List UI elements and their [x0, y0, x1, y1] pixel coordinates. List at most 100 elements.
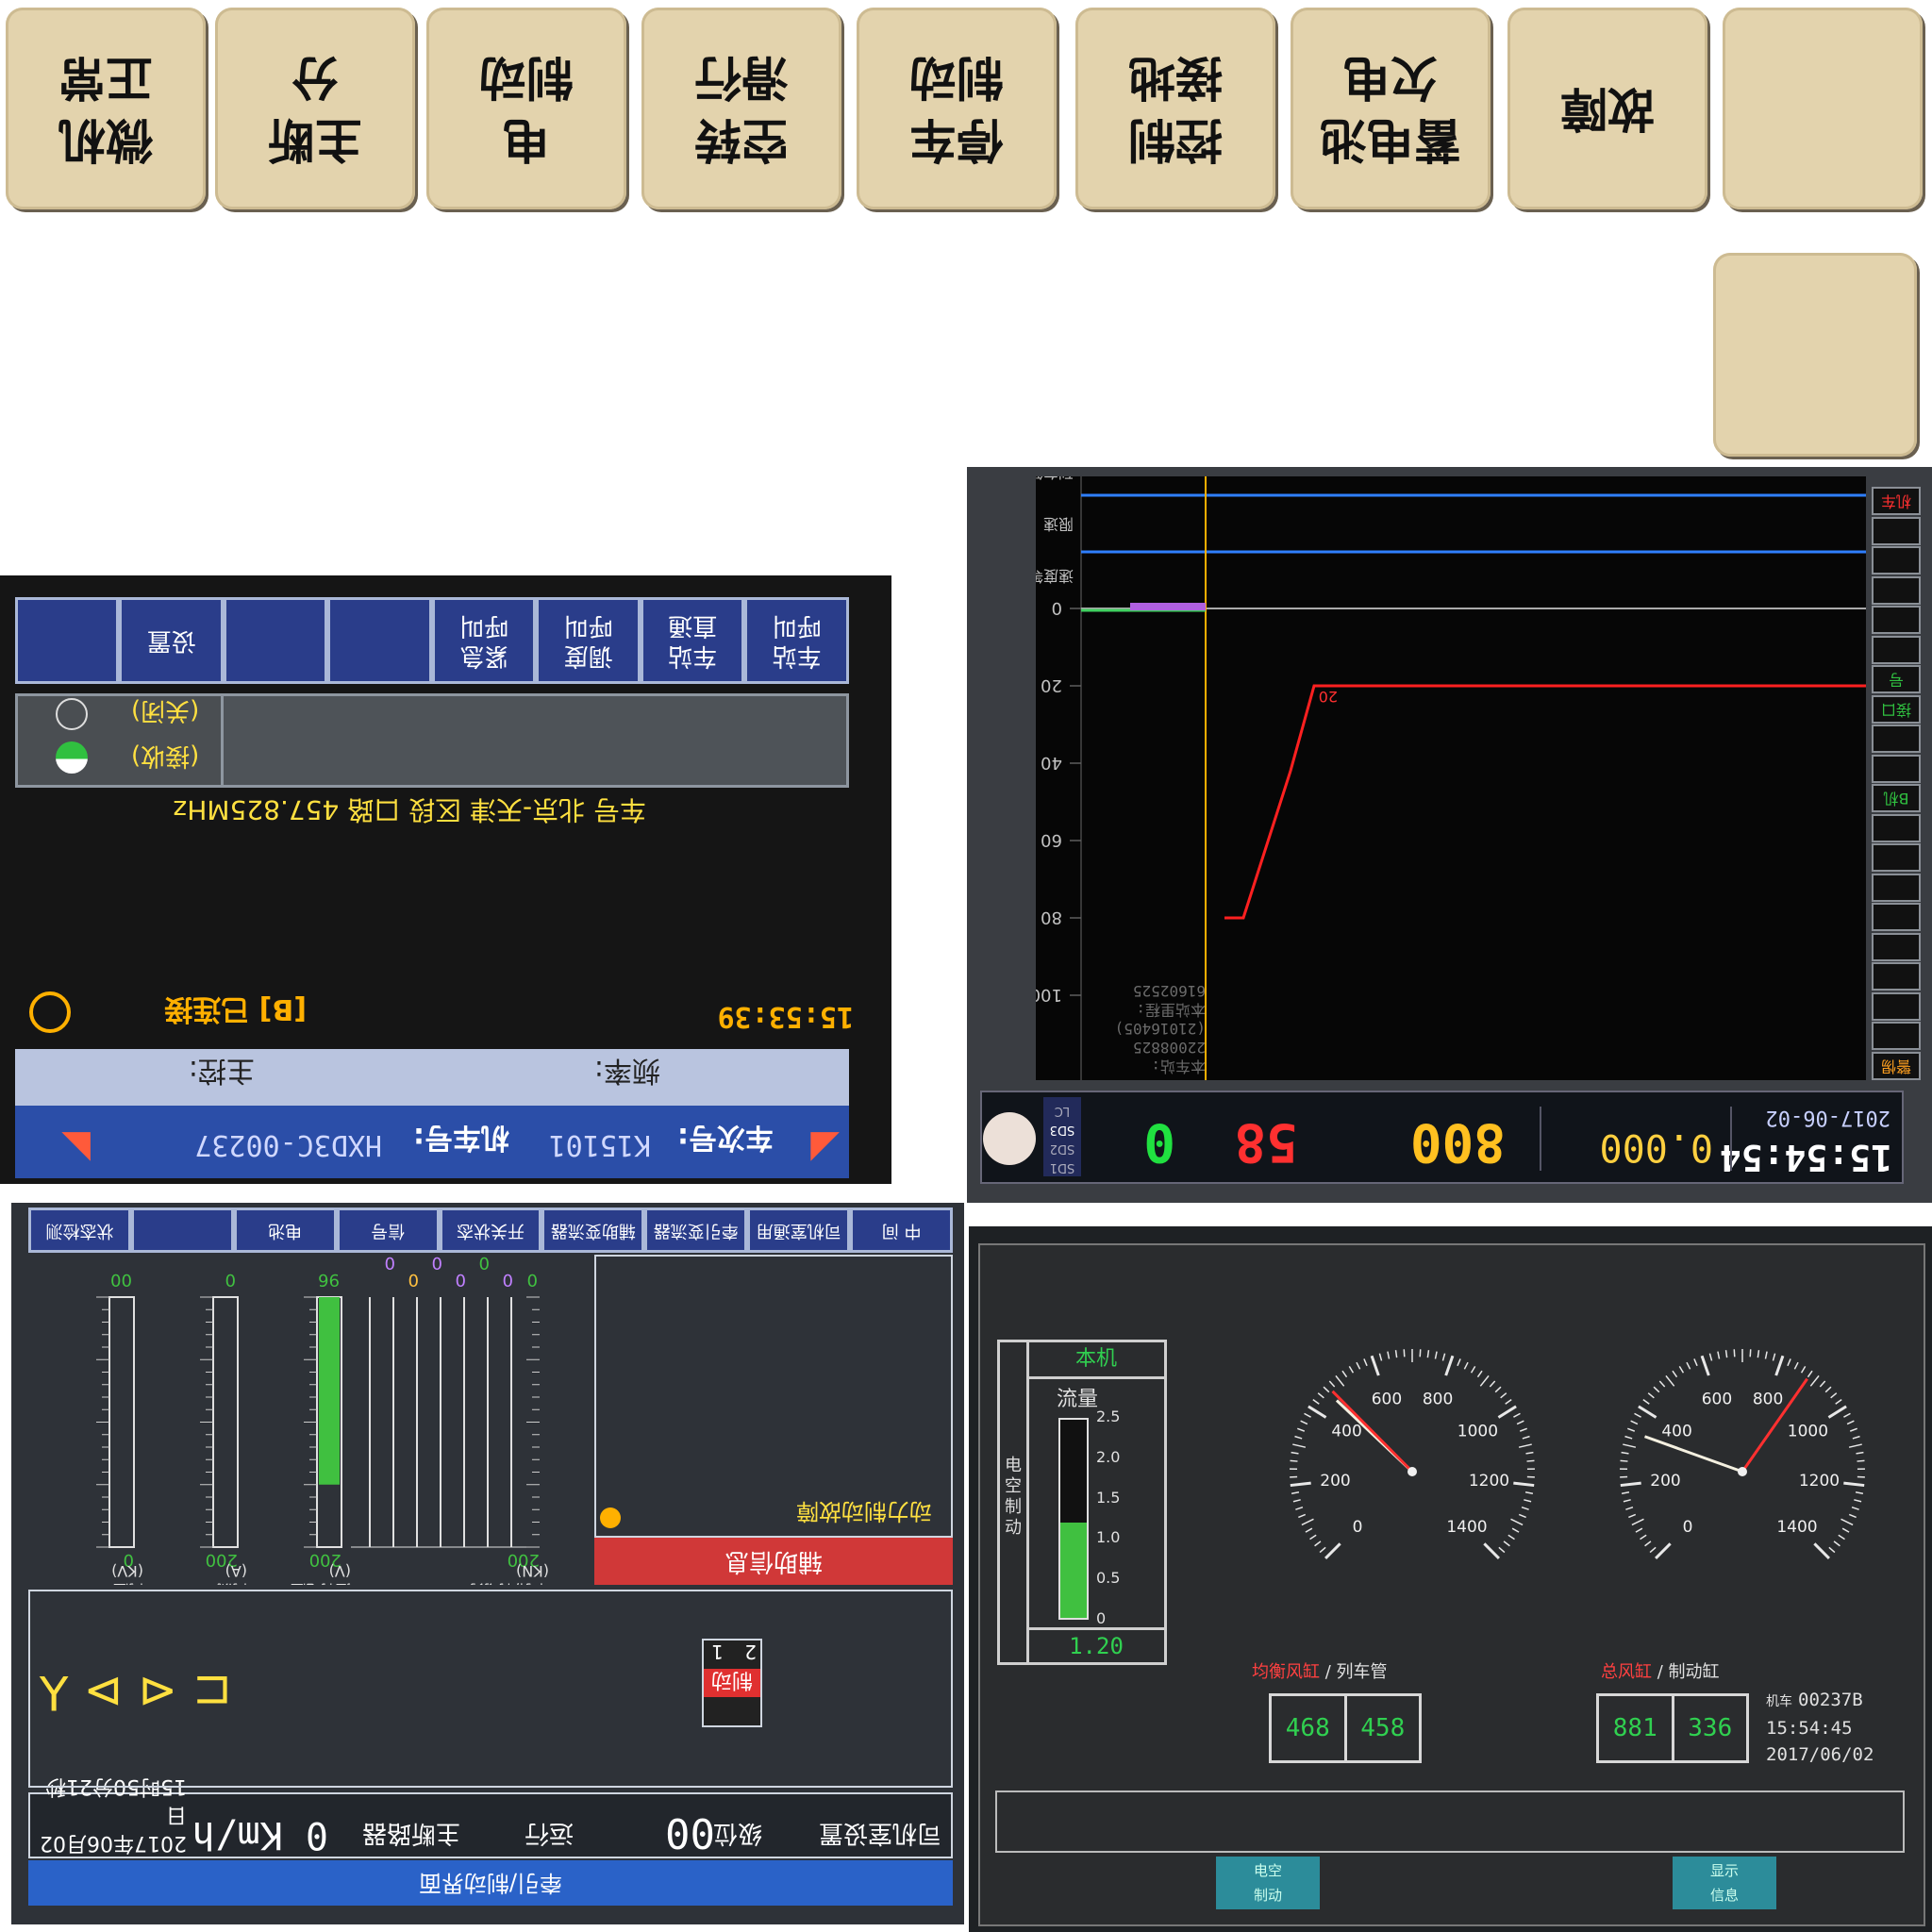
gauge-label: 控制电压 [291, 1581, 351, 1585]
indicator-label: 停车 [909, 112, 1004, 167]
dial-tick [1494, 1386, 1502, 1393]
dial-tick [1653, 1386, 1660, 1393]
limit-speed-value: 800 [1409, 1111, 1506, 1173]
dial-tick [1497, 1405, 1517, 1419]
side-label: 电空制动 [1005, 1456, 1022, 1538]
indicator-label: 分 [291, 50, 339, 105]
train-number: K15101 [548, 1128, 651, 1161]
dial-tick [1757, 1350, 1760, 1358]
dial-tick [1833, 1541, 1840, 1547]
dial-tick [1328, 1380, 1336, 1388]
dial-label: 600 [1372, 1391, 1402, 1409]
white-needle [1643, 1435, 1743, 1474]
side-cell [1872, 724, 1921, 754]
dial-tick [1620, 1481, 1641, 1488]
dial-tick [1624, 1435, 1633, 1440]
dial-tick [1419, 1349, 1422, 1357]
indicator-button-6[interactable]: 蓄电池 欠电 [1291, 8, 1491, 209]
radio-button-6[interactable]: 设置 [119, 597, 224, 684]
info-label: 辅助信息 [594, 1538, 953, 1585]
indicator-label: 正常 [58, 50, 153, 105]
dial-tick [1291, 1491, 1300, 1494]
radio-button-3[interactable]: 紧急 呼叫 [432, 597, 537, 684]
equalizing-value: 468 [1272, 1696, 1347, 1760]
dial-tick [1479, 1374, 1490, 1387]
radio-time: 15:53:39 [717, 1000, 855, 1033]
traction-tab-row: 中 间司机室通用 牵引变流器 辅助变流器 开关状态 信号 电池 状态检测 [28, 1208, 953, 1253]
dial-tick [1647, 1392, 1655, 1399]
dial-tick [1525, 1451, 1534, 1455]
tab-1[interactable]: 司机室通用 [747, 1208, 851, 1253]
side-label: B机 [1883, 790, 1909, 808]
mode-sd2: SD2 [1049, 1141, 1075, 1156]
dial-tick [1500, 1392, 1507, 1399]
radio-button-0[interactable]: 车站 呼叫 [744, 597, 849, 684]
dial-tick [1848, 1513, 1857, 1519]
speed-tick-label: 80 [1041, 908, 1062, 927]
indicator-button-3[interactable]: 空转 滑行 [641, 8, 841, 209]
dial-tick [1857, 1459, 1865, 1462]
tab-8[interactable]: 状态检测 [28, 1208, 131, 1253]
indicator-button-7[interactable]: 故障 [1507, 8, 1707, 209]
indicator-label: 欠电 [1343, 50, 1438, 105]
indicator-button-1[interactable]: 主断分 [215, 8, 415, 209]
speaker-icon: ◣ [61, 1127, 91, 1171]
speed-tick-label: 40 [1041, 753, 1062, 773]
speed-tick-label: 20 [1041, 675, 1062, 695]
dial-tick [1655, 1542, 1672, 1559]
dial-tick [1291, 1451, 1299, 1455]
dial-tick [1800, 1366, 1807, 1374]
radio-button-4[interactable] [327, 597, 432, 684]
dial-tick [1640, 1534, 1647, 1541]
dial-tick [1511, 1527, 1520, 1533]
radio-button-7[interactable] [15, 597, 120, 684]
side-cell [1872, 843, 1921, 873]
gauge-label: (A) [225, 1562, 247, 1580]
radio-button-1[interactable]: 车站 直通 [641, 597, 745, 684]
dial-tick [1516, 1420, 1524, 1425]
freq-field-label: 频率: [593, 1054, 660, 1087]
tab-3[interactable]: 辅助变流器 [541, 1208, 645, 1253]
side-label: 接口 [1881, 701, 1912, 719]
dial-tick [1324, 1542, 1341, 1559]
tab-2[interactable]: 牵引变流器 [644, 1208, 748, 1253]
indicator-button-2[interactable]: 电制动 [426, 8, 626, 209]
tab-4[interactable]: 开关状态 [439, 1208, 542, 1253]
lkj-status-row: 15:54:54 2017-06-02 0.000 800 58 0 SD1 S… [980, 1091, 1904, 1184]
force-value: 0 [479, 1253, 490, 1273]
indicator-button-5[interactable]: 控制 接地 [1075, 8, 1275, 209]
show-info-button[interactable]: 显示 信息 [1673, 1857, 1776, 1909]
flow-tick: 2.0 [1096, 1447, 1121, 1466]
radio-field-bar: 频率: 主控: [15, 1049, 849, 1106]
flow-tick: 0.5 [1096, 1569, 1121, 1588]
indicator-button-4[interactable]: 停车 制动 [857, 8, 1057, 209]
tab-7[interactable] [130, 1208, 234, 1253]
dial-tick [1301, 1518, 1314, 1526]
radio-button-2[interactable]: 调度 呼叫 [536, 597, 641, 684]
indicator-button-0[interactable]: 微机 正常 [6, 8, 206, 209]
tab-6[interactable]: 电池 [233, 1208, 337, 1253]
dial-tick [1838, 1534, 1845, 1541]
radio-button-5[interactable] [224, 597, 328, 684]
dial-tick [1625, 1506, 1634, 1510]
indicator-button-9[interactable] [1713, 253, 1917, 457]
tab-0[interactable]: 中 间 [850, 1208, 953, 1253]
dial-tick [1852, 1435, 1860, 1440]
dial-tick [1505, 1398, 1512, 1405]
lkj-clock: 15:54:54 [1719, 1137, 1892, 1178]
brake-mode-button[interactable]: 电空 制动 [1216, 1857, 1320, 1909]
indicator-button-8[interactable] [1723, 8, 1923, 209]
dial-tick [1693, 1358, 1698, 1367]
indicator-label: 控制 [1128, 112, 1223, 167]
gauge-frame [108, 1296, 135, 1548]
marker-label: 20 [1319, 688, 1338, 706]
meta-line: (21016405) [1115, 1020, 1206, 1038]
dial-label: 1200 [1799, 1472, 1840, 1491]
dial-label: 200 [1650, 1472, 1680, 1491]
dial-tick [1846, 1420, 1855, 1425]
side-cell [1872, 933, 1921, 961]
tab-5[interactable]: 信号 [336, 1208, 440, 1253]
dial-tick [1733, 1349, 1736, 1357]
side-label: 警惕 [1881, 1058, 1912, 1075]
indicator-label: 制动 [479, 50, 574, 105]
